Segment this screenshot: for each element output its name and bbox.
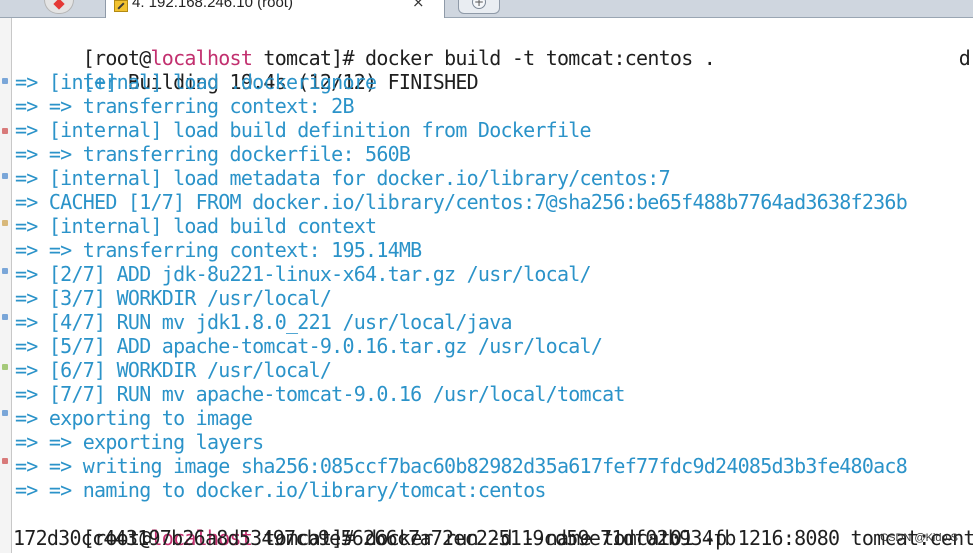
tab-strip: 4. 192.168.246.10 (root) × + [0,0,973,18]
close-tab-icon[interactable]: × [412,0,425,11]
build-step-line: => => transferring context: 195.14MB [15,238,422,262]
gutter-marker [2,173,8,179]
build-step-line: => [internal] load .dockerignore [15,70,377,94]
tab-session[interactable]: 4. 192.168.246.10 (root) × [105,0,445,18]
build-status-overflow: d [958,46,971,70]
screenshot-root: 4. 192.168.246.10 (root) × + [root@local… [0,0,973,553]
gutter-marker [2,268,8,274]
build-step-line: => => transferring context: 2B [15,94,354,118]
build-step-line: => => writing image sha256:085ccf7bac60b… [15,454,908,478]
build-step-line: => [2/7] ADD jdk-8u221-linux-x64.tar.gz … [15,262,592,286]
build-step-line: => [5/7] ADD apache-tomcat-9.0.16.tar.gz… [15,334,603,358]
build-step-line: => [4/7] RUN mv jdk1.8.0_221 /usr/local/… [15,310,513,334]
tab-title: 4. 192.168.246.10 (root) [132,0,293,11]
terminal-output[interactable]: [root@localhost tomcat]# docker build -t… [12,18,973,553]
build-step-line: => [internal] load build definition from… [15,118,592,142]
build-step-line: => => exporting layers [15,430,264,454]
app-logo-icon [28,0,98,18]
watermark: CSDN @Kido.S [880,532,958,544]
terminal-prompt-line: [root@localhost tomcat]# docker build -t… [15,22,716,70]
build-step-line: => => transferring dockerfile: 560B [15,142,411,166]
build-step-line: => [3/7] WORKDIR /usr/local/ [15,286,332,310]
plus-icon: + [472,0,486,9]
gutter-marker [2,314,8,320]
terminal-prompt-line: [root@localhost tomcat]# docker run -d -… [15,502,973,550]
gutter-marker [2,458,8,464]
build-step-line: => exporting to image [15,406,253,430]
session-icon [114,0,128,12]
build-status-line: [+] Building 19.4s (12/12) FINISHED d [15,46,971,94]
build-step-line: => [internal] load build context [15,214,377,238]
gutter-marker [2,128,8,134]
container-id-line: 172d30cc443197b26a8d53497cb9e56266c7a72e… [13,526,736,550]
gutter-marker [2,410,8,416]
build-step-line: => => naming to docker.io/library/tomcat… [15,478,546,502]
new-tab-button[interactable]: + [458,0,500,14]
gutter-marker [2,220,8,226]
build-step-line: => [7/7] RUN mv apache-tomcat-9.0.16 /us… [15,382,625,406]
build-step-line: => [6/7] WORKDIR /usr/local/ [15,358,332,382]
build-step-line: => [internal] load metadata for docker.i… [15,166,671,190]
side-panel-gutter [0,18,12,553]
gutter-marker [2,78,8,84]
build-step-line: => CACHED [1/7] FROM docker.io/library/c… [15,190,908,214]
gutter-marker [2,364,8,370]
